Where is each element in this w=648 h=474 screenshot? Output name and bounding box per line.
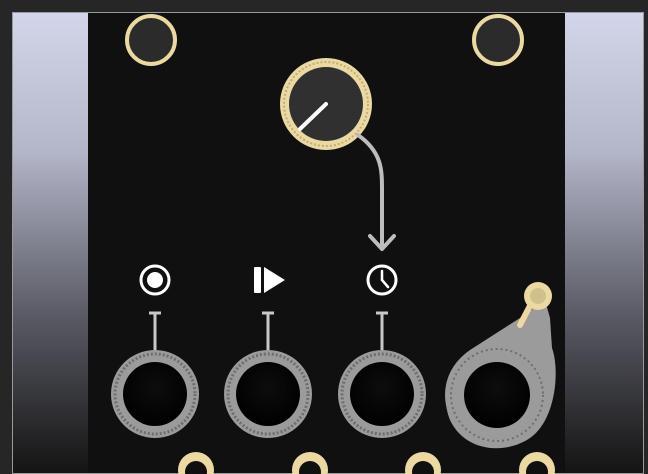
output-jack[interactable] <box>445 282 556 449</box>
clock-jack[interactable] <box>338 350 426 438</box>
mount-hole-left <box>125 14 177 66</box>
app-window <box>0 0 648 474</box>
record-jack[interactable] <box>111 350 199 438</box>
play-pause-icon[interactable] <box>254 267 285 293</box>
record-icon[interactable] <box>139 264 171 296</box>
clock-icon[interactable] <box>366 264 398 296</box>
module-graphics <box>111 14 556 474</box>
patch-cable <box>356 133 384 246</box>
play-jack[interactable] <box>224 350 312 438</box>
mount-hole-right <box>472 14 524 66</box>
